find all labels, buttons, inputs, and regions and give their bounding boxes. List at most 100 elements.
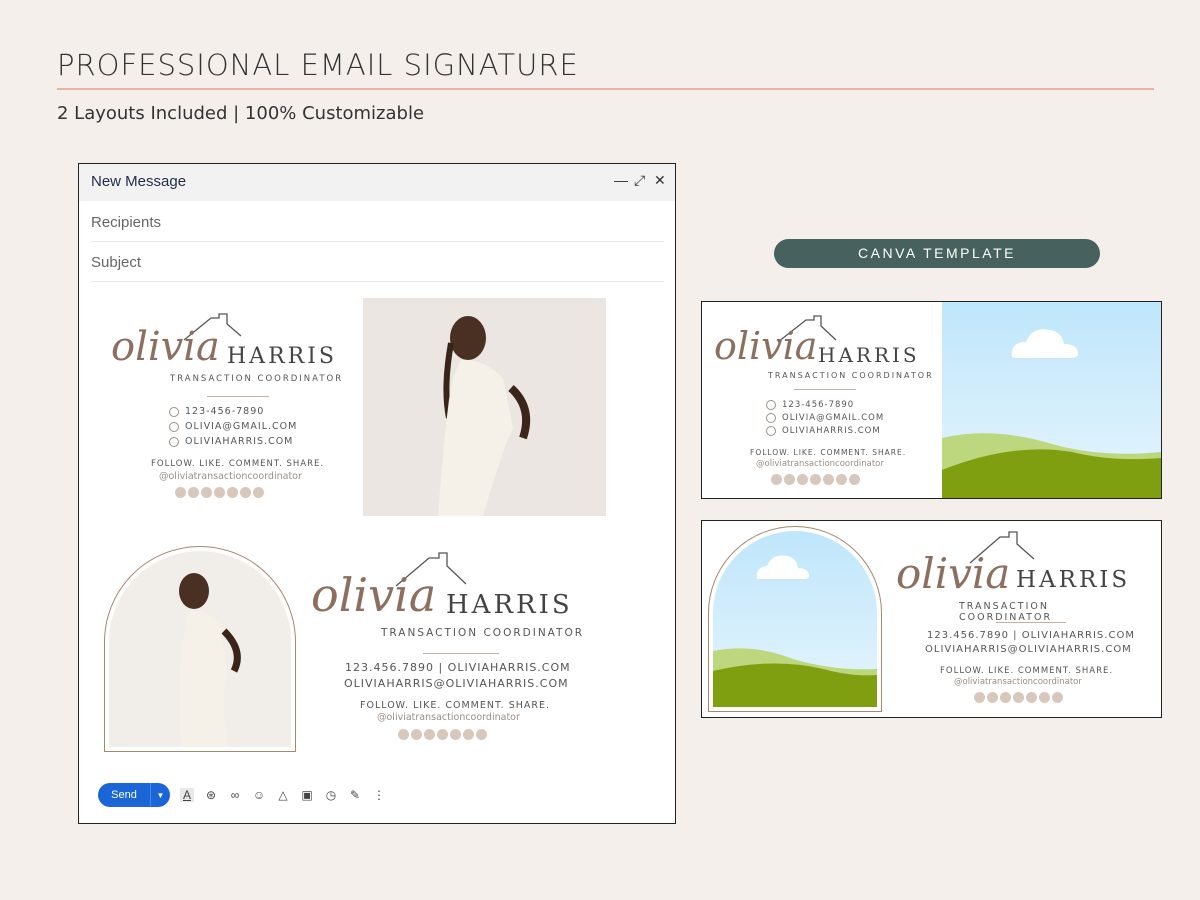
lock-clock-icon[interactable]: ◷ bbox=[324, 788, 338, 802]
page-subtitle: 2 Layouts Included | 100% Customizable bbox=[57, 103, 425, 124]
tiktok-icon[interactable] bbox=[437, 729, 448, 740]
link-icon[interactable]: ∞ bbox=[228, 788, 242, 802]
signature1-logo: olivia HARRIS TRANSACTION COORDINATOR bbox=[109, 304, 349, 384]
instagram-icon[interactable] bbox=[771, 474, 782, 485]
signature2-divider bbox=[423, 653, 499, 654]
template-card-2: olivia HARRIS TRANSACTION COORDINATOR 12… bbox=[701, 520, 1162, 718]
signature2-arch-frame bbox=[104, 546, 296, 752]
photo-placeholder-landscape bbox=[942, 302, 1161, 498]
signature2-script-name: olivia bbox=[311, 568, 437, 622]
template1-logo: olivia HARRIS TRANSACTION COORDINATOR bbox=[714, 312, 934, 392]
template1-social-icons bbox=[771, 474, 860, 485]
template1-script-name: olivia bbox=[714, 324, 818, 368]
signature1-contacts: 123-456-7890 OLIVIA@GMAIL.COM OLIVIAHARR… bbox=[169, 406, 297, 447]
instagram-icon[interactable] bbox=[398, 729, 409, 740]
instagram-icon[interactable] bbox=[175, 487, 186, 498]
template2-contact-line2: OLIVIAHARRIS@OLIVIAHARRIS.COM bbox=[925, 644, 1132, 655]
minimize-icon[interactable]: — bbox=[614, 172, 628, 188]
template2-handle: @oliviatransactioncoordinator bbox=[954, 677, 1082, 687]
send-label: Send bbox=[111, 789, 137, 801]
signature2-social-icons bbox=[398, 729, 487, 740]
signature1-photo bbox=[363, 298, 606, 516]
globe-icon bbox=[169, 436, 179, 447]
signature2-handle: @oliviatransactioncoordinator bbox=[377, 712, 520, 723]
tiktok-icon[interactable] bbox=[1013, 692, 1024, 703]
instagram-icon[interactable] bbox=[974, 692, 985, 703]
tiktok-icon[interactable] bbox=[810, 474, 821, 485]
youtube-icon[interactable] bbox=[424, 729, 435, 740]
x-icon[interactable] bbox=[823, 474, 834, 485]
template1-cta: FOLLOW. LIKE. COMMENT. SHARE. bbox=[750, 448, 907, 457]
youtube-icon[interactable] bbox=[201, 487, 212, 498]
page-title: PROFESSIONAL EMAIL SIGNATURE bbox=[57, 48, 579, 82]
youtube-icon[interactable] bbox=[797, 474, 808, 485]
signature2-cta: FOLLOW. LIKE. COMMENT. SHARE. bbox=[360, 700, 550, 711]
facebook-icon[interactable] bbox=[784, 474, 795, 485]
recipients-field[interactable]: Recipients bbox=[91, 202, 664, 242]
signature2-contact-line2: OLIVIAHARRIS@OLIVIAHARRIS.COM bbox=[344, 677, 569, 690]
template2-script-name: olivia bbox=[896, 549, 1011, 598]
send-options-icon[interactable]: ▼ bbox=[150, 783, 170, 807]
compose-toolbar: Send ▼ A ⊛ ∞ ☺ △ ▣ ◷ ✎ ⋮ bbox=[98, 783, 386, 807]
template2-arch-frame bbox=[708, 526, 882, 712]
youtube-icon[interactable] bbox=[1000, 692, 1011, 703]
template1-phone: 123-456-7890 bbox=[782, 400, 855, 410]
subject-field[interactable]: Subject bbox=[91, 242, 664, 282]
signature1-phone: 123-456-7890 bbox=[185, 406, 265, 417]
template1-role: TRANSACTION COORDINATOR bbox=[768, 371, 934, 380]
template2-last-name: HARRIS bbox=[1016, 567, 1131, 593]
template2-contact-line1: 123.456.7890 | OLIVIAHARRIS.COM bbox=[927, 630, 1135, 641]
facebook-icon[interactable] bbox=[411, 729, 422, 740]
canva-template-badge: CANVA TEMPLATE bbox=[774, 239, 1100, 268]
compose-header: New Message — ⤢ ✕ bbox=[79, 164, 675, 201]
text-format-icon[interactable]: A bbox=[180, 788, 194, 802]
template1-handle: @oliviatransactioncoordinator bbox=[756, 459, 884, 469]
signature1-social-icons bbox=[175, 487, 264, 498]
linkedin-icon[interactable] bbox=[463, 729, 474, 740]
facebook-icon[interactable] bbox=[987, 692, 998, 703]
portrait-photo bbox=[179, 573, 241, 747]
signature1-cta: FOLLOW. LIKE. COMMENT. SHARE. bbox=[151, 459, 325, 469]
linkedin-icon[interactable] bbox=[240, 487, 251, 498]
expand-icon[interactable]: ⤢ bbox=[634, 172, 645, 189]
attach-icon[interactable]: ⊛ bbox=[204, 788, 218, 802]
pen-icon[interactable]: ✎ bbox=[348, 788, 362, 802]
phone-icon bbox=[766, 400, 776, 410]
signature1-last-name: HARRIS bbox=[227, 344, 337, 369]
template-card-1: olivia HARRIS TRANSACTION COORDINATOR 12… bbox=[701, 301, 1162, 499]
signature1-email: OLIVIA@GMAIL.COM bbox=[185, 421, 298, 432]
signature2-last-name: HARRIS bbox=[446, 590, 573, 620]
linkedin-icon[interactable] bbox=[836, 474, 847, 485]
template1-last-name: HARRIS bbox=[818, 343, 920, 367]
x-icon[interactable] bbox=[1026, 692, 1037, 703]
linkedin-icon[interactable] bbox=[1039, 692, 1050, 703]
x-icon[interactable] bbox=[227, 487, 238, 498]
x-icon[interactable] bbox=[450, 729, 461, 740]
email-icon bbox=[169, 421, 179, 432]
compose-window: New Message — ⤢ ✕ Recipients Subject oli… bbox=[78, 163, 676, 824]
signature1-divider bbox=[207, 396, 269, 397]
template1-email: OLIVIA@GMAIL.COM bbox=[782, 413, 885, 423]
pinterest-icon[interactable] bbox=[849, 474, 860, 485]
email-icon bbox=[766, 413, 776, 423]
title-divider bbox=[57, 88, 1154, 90]
tiktok-icon[interactable] bbox=[214, 487, 225, 498]
photo-placeholder-landscape bbox=[713, 531, 877, 707]
template1-contacts: 123-456-7890 OLIVIA@GMAIL.COM OLIVIAHARR… bbox=[766, 400, 884, 436]
pinterest-icon[interactable] bbox=[253, 487, 264, 498]
signature1-handle: @oliviatransactioncoordinator bbox=[159, 471, 302, 482]
image-icon[interactable]: ▣ bbox=[300, 788, 314, 802]
globe-icon bbox=[766, 426, 776, 436]
facebook-icon[interactable] bbox=[188, 487, 199, 498]
emoji-icon[interactable]: ☺ bbox=[252, 788, 266, 802]
template2-role: TRANSACTION COORDINATOR bbox=[959, 601, 1053, 623]
pinterest-icon[interactable] bbox=[476, 729, 487, 740]
drive-icon[interactable]: △ bbox=[276, 788, 290, 802]
phone-icon bbox=[169, 406, 179, 417]
portrait-photo bbox=[438, 316, 530, 516]
pinterest-icon[interactable] bbox=[1052, 692, 1063, 703]
template1-website: OLIVIAHARRIS.COM bbox=[782, 426, 881, 436]
send-button[interactable]: Send ▼ bbox=[98, 783, 170, 807]
more-icon[interactable]: ⋮ bbox=[372, 788, 386, 802]
close-icon[interactable]: ✕ bbox=[654, 172, 666, 189]
